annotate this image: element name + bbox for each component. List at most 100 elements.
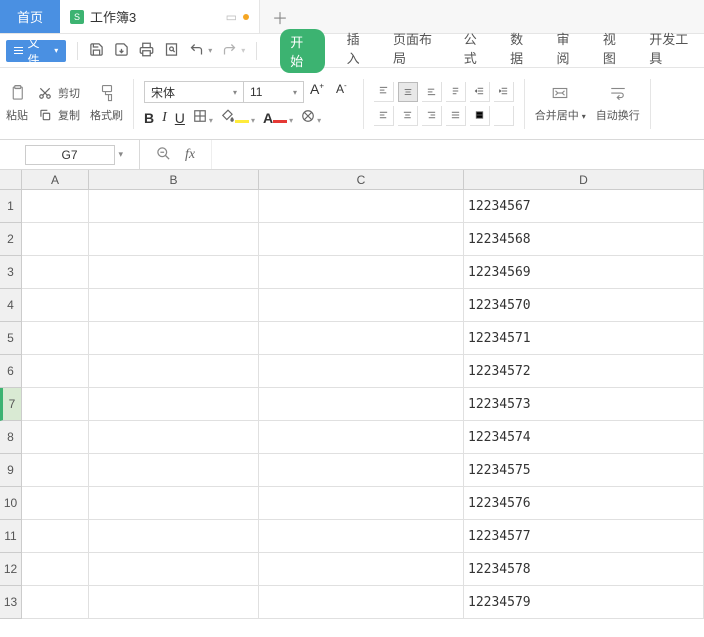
cell[interactable] [89,586,259,619]
tab-formula[interactable]: 公式 [464,29,488,73]
save-icon[interactable] [89,42,104,60]
select-all-corner[interactable] [0,170,22,190]
align-left-icon[interactable] [374,106,394,126]
fx-icon[interactable]: fx [185,147,195,163]
cell[interactable] [89,553,259,586]
align-right-icon[interactable] [422,106,442,126]
tab-insert[interactable]: 插入 [347,29,371,73]
cell[interactable] [259,256,464,289]
cell[interactable] [22,421,89,454]
wrap-text-button[interactable]: 自动换行 [596,84,640,123]
print-icon[interactable] [139,42,154,60]
name-box-dropdown-icon[interactable]: ▾ [118,149,123,160]
cell[interactable] [259,322,464,355]
italic-button[interactable]: I [162,110,167,126]
font-name-select[interactable]: 宋体 ▾ [144,81,244,103]
cell[interactable] [259,586,464,619]
cells-area[interactable]: 1223456712234568122345691223457012234571… [22,190,704,619]
row-header[interactable]: 2 [0,223,21,256]
row-header[interactable]: 11 [0,520,21,553]
cell[interactable] [22,454,89,487]
cell[interactable]: 12234577 [464,520,704,553]
row-header[interactable]: 6 [0,355,21,388]
font-size-select[interactable]: 11 ▾ [244,81,304,103]
cell[interactable]: 12234573 [464,388,704,421]
indent-increase-icon[interactable] [494,82,514,102]
cut-button[interactable]: 剪切 [38,85,80,101]
cell[interactable] [22,190,89,223]
font-color-button[interactable]: A▾ [263,110,293,126]
indent-decrease-icon[interactable] [470,82,490,102]
cell[interactable] [259,388,464,421]
tab-workbook[interactable]: S 工作簿3 ▭ [60,0,260,33]
cell[interactable] [89,421,259,454]
tab-home[interactable]: 首页 [0,0,60,33]
cell[interactable] [89,520,259,553]
col-header-D[interactable]: D [464,170,704,189]
cell[interactable] [22,355,89,388]
underline-button[interactable]: U [175,110,185,126]
cell[interactable] [89,355,259,388]
undo-dropdown[interactable]: ▾ [208,46,212,55]
cell[interactable] [22,487,89,520]
col-header-A[interactable]: A [22,170,89,189]
cell[interactable]: 12234579 [464,586,704,619]
cell[interactable]: 12234567 [464,190,704,223]
cell[interactable]: 12234575 [464,454,704,487]
cell[interactable]: 12234570 [464,289,704,322]
cell[interactable]: 12234574 [464,421,704,454]
cell[interactable] [259,487,464,520]
cell[interactable] [89,322,259,355]
row-header[interactable]: 13 [0,586,21,619]
row-header[interactable]: 1 [0,190,21,223]
cell[interactable]: 12234578 [464,553,704,586]
decrease-font-icon[interactable]: A- [330,81,353,103]
align-bottom-icon[interactable] [422,82,442,102]
cell[interactable] [259,454,464,487]
redo-icon[interactable] [222,42,237,60]
cell[interactable] [259,190,464,223]
cell[interactable] [89,289,259,322]
zoom-out-icon[interactable] [156,146,171,164]
cell[interactable] [259,223,464,256]
redo-dropdown[interactable]: ▾ [241,46,245,55]
tab-dev[interactable]: 开发工具 [649,29,698,73]
cell[interactable] [89,223,259,256]
undo-icon[interactable] [189,42,204,60]
cell[interactable] [22,388,89,421]
increase-font-icon[interactable]: A+ [304,81,330,103]
cell[interactable] [22,553,89,586]
align-middle-icon[interactable] [398,82,418,102]
border-button[interactable]: ▾ [193,109,213,126]
align-justify-icon[interactable] [446,106,466,126]
copy-button[interactable]: 复制 [38,107,80,123]
bold-button[interactable]: B [144,110,154,126]
tab-page-layout[interactable]: 页面布局 [393,29,442,73]
row-header[interactable]: 9 [0,454,21,487]
cell[interactable] [89,388,259,421]
row-header[interactable]: 12 [0,553,21,586]
name-box[interactable]: G7 ▾ [0,140,140,169]
tab-data[interactable]: 数据 [510,29,534,73]
tab-view[interactable]: 视图 [603,29,627,73]
col-header-B[interactable]: B [89,170,259,189]
cell[interactable] [259,289,464,322]
cell[interactable] [89,190,259,223]
row-header[interactable]: 10 [0,487,21,520]
row-header[interactable]: 3 [0,256,21,289]
cell[interactable] [22,223,89,256]
presentation-icon[interactable]: ▭ [226,10,237,24]
align-center-icon[interactable] [398,106,418,126]
cell[interactable] [259,553,464,586]
row-header[interactable]: 7 [0,388,21,421]
file-menu-button[interactable]: 文件 ▾ [6,40,66,62]
cell[interactable] [259,421,464,454]
cell[interactable]: 12234569 [464,256,704,289]
cell[interactable] [22,586,89,619]
cell[interactable] [89,487,259,520]
merge-center-button[interactable]: 合并居中 ▾ [535,84,586,123]
cell[interactable] [259,520,464,553]
tab-start[interactable]: 开始 [280,29,324,73]
cell[interactable]: 12234576 [464,487,704,520]
align-top-icon[interactable] [374,82,394,102]
